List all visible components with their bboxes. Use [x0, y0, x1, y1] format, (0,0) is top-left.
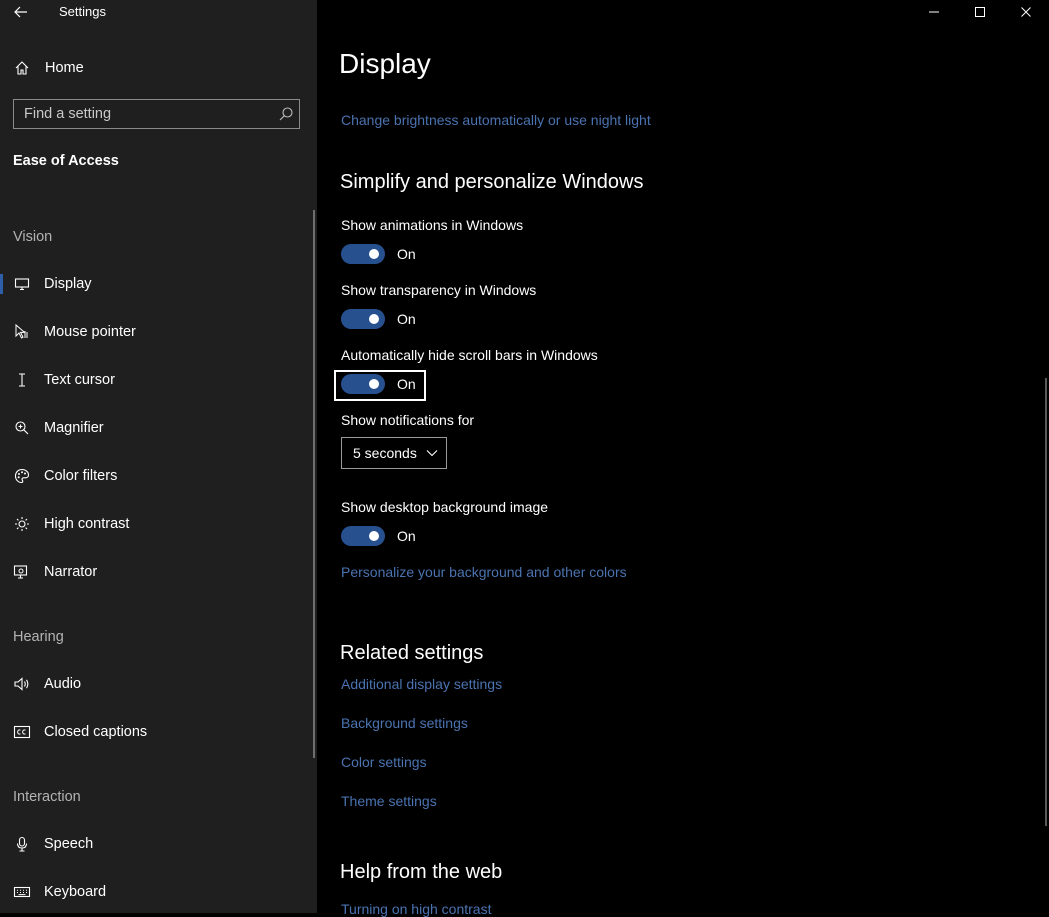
app-title: Settings	[59, 4, 106, 19]
sidebar-item-closed-captions[interactable]: Closed captions	[0, 712, 312, 752]
sidebar-item-label: Text cursor	[44, 372, 115, 388]
desktop-background-state: On	[397, 528, 416, 544]
scrollbars-toggle[interactable]	[341, 374, 385, 394]
notifications-label: Show notifications for	[341, 412, 475, 428]
personalize-link[interactable]: Personalize your background and other co…	[341, 564, 627, 580]
sidebar-item-high-contrast[interactable]: High contrast	[0, 504, 312, 544]
text-cursor-icon	[12, 370, 32, 390]
maximize-icon	[975, 7, 985, 17]
desktop-background-label: Show desktop background image	[341, 499, 549, 515]
sidebar-item-magnifier[interactable]: Magnifier	[0, 408, 312, 448]
microphone-icon	[12, 834, 32, 854]
sidebar-item-keyboard[interactable]: Keyboard	[0, 872, 312, 912]
sidebar-item-label: Closed captions	[44, 724, 148, 740]
additional-display-settings-link[interactable]: Additional display settings	[341, 676, 502, 692]
animations-toggle[interactable]	[341, 244, 385, 264]
sidebar-scrollbar[interactable]	[313, 210, 315, 758]
sidebar: Settings Home Ease of Access Vision Disp…	[0, 0, 317, 913]
desktop-background-toggle[interactable]	[341, 526, 385, 546]
dropdown-value: 5 seconds	[353, 445, 417, 461]
desktop-background-setting: On	[341, 526, 416, 546]
transparency-setting: On	[341, 309, 416, 329]
animations-setting: On	[341, 244, 416, 264]
sidebar-item-mouse-pointer[interactable]: Mouse pointer	[0, 312, 312, 352]
sidebar-item-label: Narrator	[44, 564, 98, 580]
sidebar-item-narrator[interactable]: Narrator	[0, 552, 312, 592]
sidebar-item-label: Display	[44, 276, 92, 292]
cc-icon	[12, 722, 32, 742]
theme-settings-link[interactable]: Theme settings	[341, 793, 437, 809]
search-icon[interactable]	[278, 106, 294, 122]
transparency-toggle[interactable]	[341, 309, 385, 329]
notifications-duration-dropdown[interactable]: 5 seconds	[341, 437, 447, 469]
sidebar-item-label: Audio	[44, 676, 82, 692]
palette-icon	[12, 466, 32, 486]
sidebar-item-display[interactable]: Display	[0, 264, 312, 304]
sun-icon	[12, 514, 32, 534]
sidebar-item-label: Magnifier	[44, 420, 104, 436]
sidebar-item-label: Home	[45, 60, 84, 76]
magnifier-icon	[12, 418, 32, 438]
high-contrast-help-link[interactable]: Turning on high contrast	[341, 901, 491, 917]
search-box	[13, 99, 300, 129]
title-bar: Settings	[0, 0, 317, 24]
sidebar-item-audio[interactable]: Audio	[0, 664, 312, 704]
brightness-night-light-link[interactable]: Change brightness automatically or use n…	[341, 112, 651, 128]
simplify-section-heading: Simplify and personalize Windows	[340, 171, 644, 193]
transparency-label: Show transparency in Windows	[341, 282, 537, 298]
mouse-pointer-icon	[12, 322, 32, 342]
sidebar-item-label: Keyboard	[44, 884, 107, 900]
help-web-heading: Help from the web	[340, 861, 503, 883]
transparency-state: On	[397, 311, 416, 327]
group-header-hearing: Hearing	[13, 629, 64, 645]
page-title: Display	[339, 48, 431, 79]
back-arrow-icon	[14, 6, 27, 18]
background-settings-link[interactable]: Background settings	[341, 715, 468, 731]
toggle-knob	[369, 531, 379, 541]
sidebar-item-color-filters[interactable]: Color filters	[0, 456, 312, 496]
sidebar-item-label: Color filters	[44, 468, 118, 484]
group-header-interaction: Interaction	[13, 789, 81, 805]
scrollbars-label: Automatically hide scroll bars in Window…	[341, 347, 598, 363]
sidebar-item-label: Speech	[44, 836, 94, 852]
maximize-button[interactable]	[957, 0, 1003, 24]
chevron-down-icon	[426, 450, 438, 457]
sidebar-item-home[interactable]: Home	[0, 48, 312, 88]
section-title: Ease of Access	[13, 153, 119, 169]
animations-state: On	[397, 246, 416, 262]
scrollbars-setting: On	[341, 374, 416, 394]
toggle-knob	[369, 314, 379, 324]
minimize-button[interactable]	[911, 0, 957, 24]
keyboard-icon	[12, 882, 32, 902]
sidebar-item-text-cursor[interactable]: Text cursor	[0, 360, 312, 400]
search-input[interactable]	[24, 100, 274, 128]
animations-label: Show animations in Windows	[341, 217, 524, 233]
close-button[interactable]	[1003, 0, 1049, 24]
narrator-icon	[12, 562, 32, 582]
minimize-icon	[929, 11, 939, 13]
monitor-icon	[12, 274, 32, 294]
back-button[interactable]	[10, 2, 32, 22]
close-icon	[1021, 7, 1031, 17]
related-settings-heading: Related settings	[340, 642, 484, 664]
scrollbars-state: On	[397, 376, 416, 392]
home-icon	[12, 58, 32, 78]
sidebar-item-label: High contrast	[44, 516, 130, 532]
group-header-vision: Vision	[13, 229, 53, 245]
toggle-knob	[369, 379, 379, 389]
speaker-icon	[12, 674, 32, 694]
sidebar-item-label: Mouse pointer	[44, 324, 136, 340]
toggle-knob	[369, 249, 379, 259]
color-settings-link[interactable]: Color settings	[341, 754, 427, 770]
sidebar-item-speech[interactable]: Speech	[0, 824, 312, 864]
main-scrollbar[interactable]	[1045, 378, 1047, 826]
